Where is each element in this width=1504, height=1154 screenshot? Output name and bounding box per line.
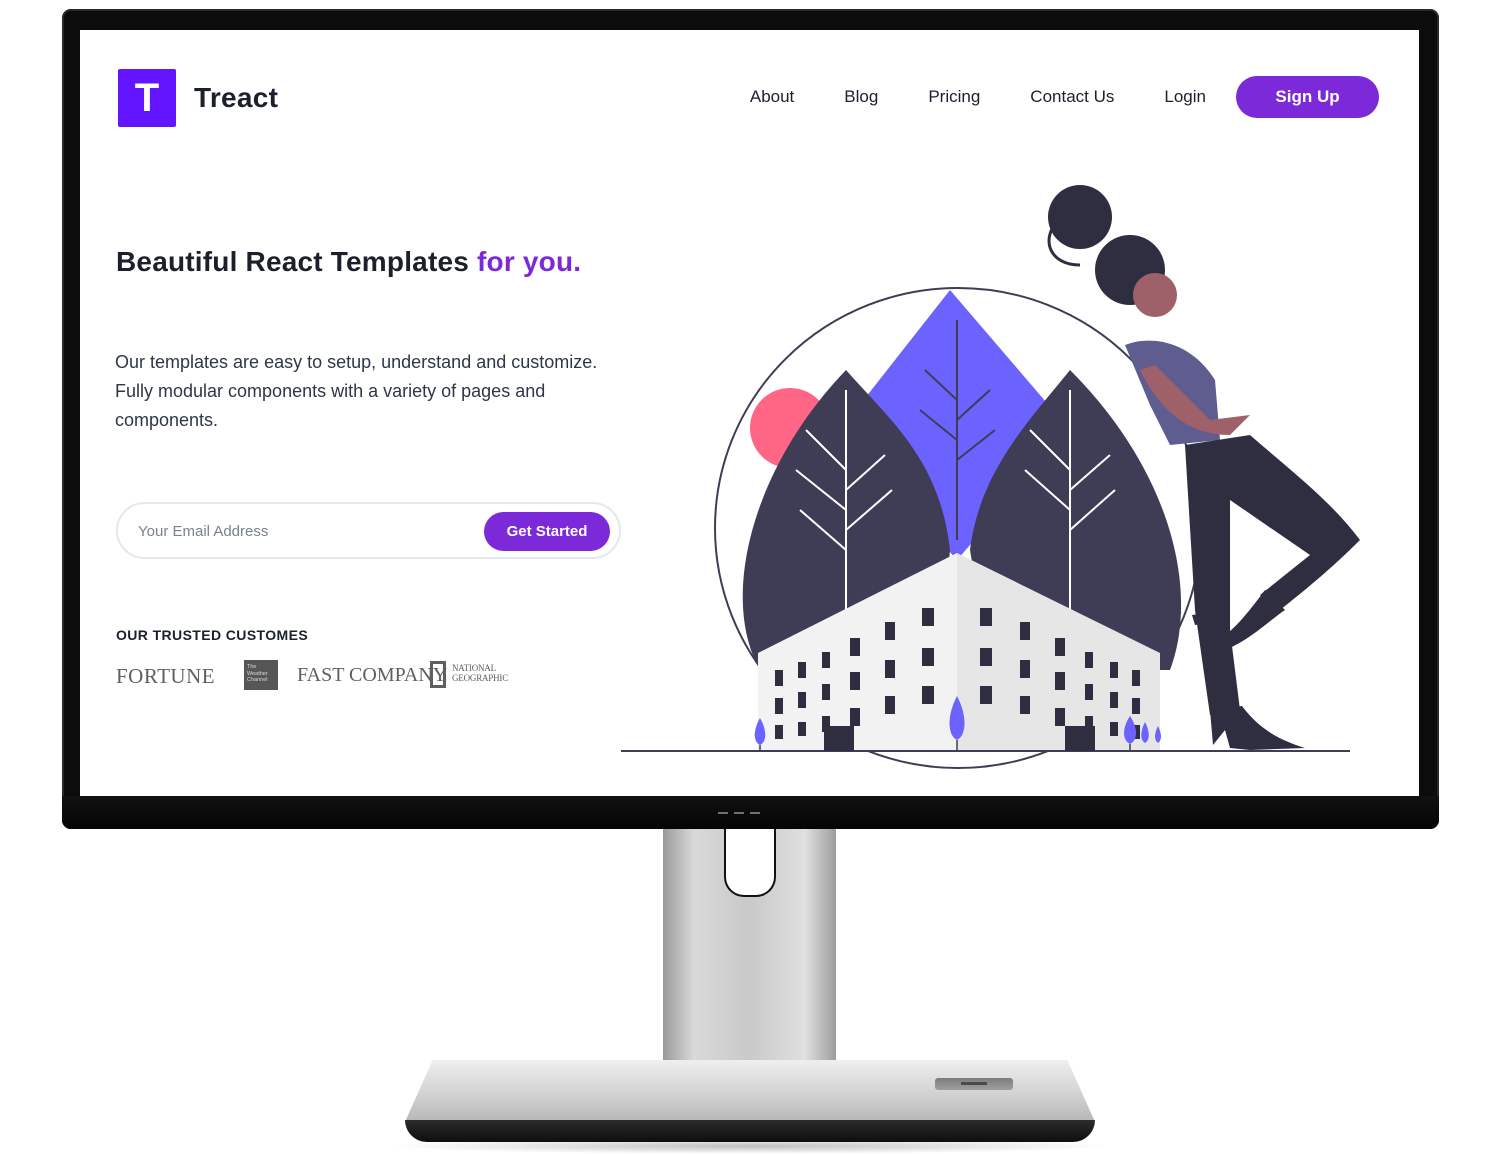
get-started-button[interactable]: Get Started <box>484 512 610 551</box>
customers-title: OUR TRUSTED CUSTOMES <box>116 627 309 643</box>
customer-logos: FORTUNE The Weather Channel FAST COMPANY… <box>116 660 536 692</box>
nav-link-pricing[interactable]: Pricing <box>928 87 980 107</box>
natgeo-frame-icon <box>430 661 446 688</box>
main-nav: About Blog Pricing Contact Us Login Sign… <box>750 76 1379 118</box>
hero-illustration <box>621 185 1360 769</box>
monitor-shadow <box>385 1138 1115 1154</box>
monitor-stand-cable-hole <box>724 829 776 897</box>
nav-link-contact[interactable]: Contact Us <box>1030 87 1114 107</box>
logo-icon: T <box>118 69 176 127</box>
email-signup-form: Get Started <box>116 502 621 559</box>
hero-description: Our templates are easy to setup, underst… <box>115 352 598 430</box>
monitor-buttons <box>718 812 760 814</box>
hero-title-accent: for you. <box>477 246 582 277</box>
hero-title-main: Beautiful React Templates <box>116 246 477 277</box>
signup-button[interactable]: Sign Up <box>1236 76 1379 118</box>
fast-company-logo: FAST COMPANY <box>297 664 448 686</box>
nav-link-blog[interactable]: Blog <box>844 87 878 107</box>
weather-channel-logo: The Weather Channel <box>244 660 278 690</box>
hero-title: Beautiful React Templates for you. <box>116 246 581 278</box>
logo[interactable]: T Treact <box>118 69 278 127</box>
email-input[interactable] <box>138 516 458 546</box>
monitor-stand-base <box>405 1060 1095 1122</box>
fortune-logo: FORTUNE <box>116 664 216 688</box>
nav-link-about[interactable]: About <box>750 87 794 107</box>
brand-name: Treact <box>194 82 279 113</box>
monitor-stand-logo-plate <box>935 1078 1013 1090</box>
natgeo-logo-text: NATIONAL GEOGRAPHIC <box>452 663 509 683</box>
screen: T Treact About Blog Pricing Contact Us L… <box>80 30 1419 796</box>
nav-link-login[interactable]: Login <box>1164 87 1206 107</box>
